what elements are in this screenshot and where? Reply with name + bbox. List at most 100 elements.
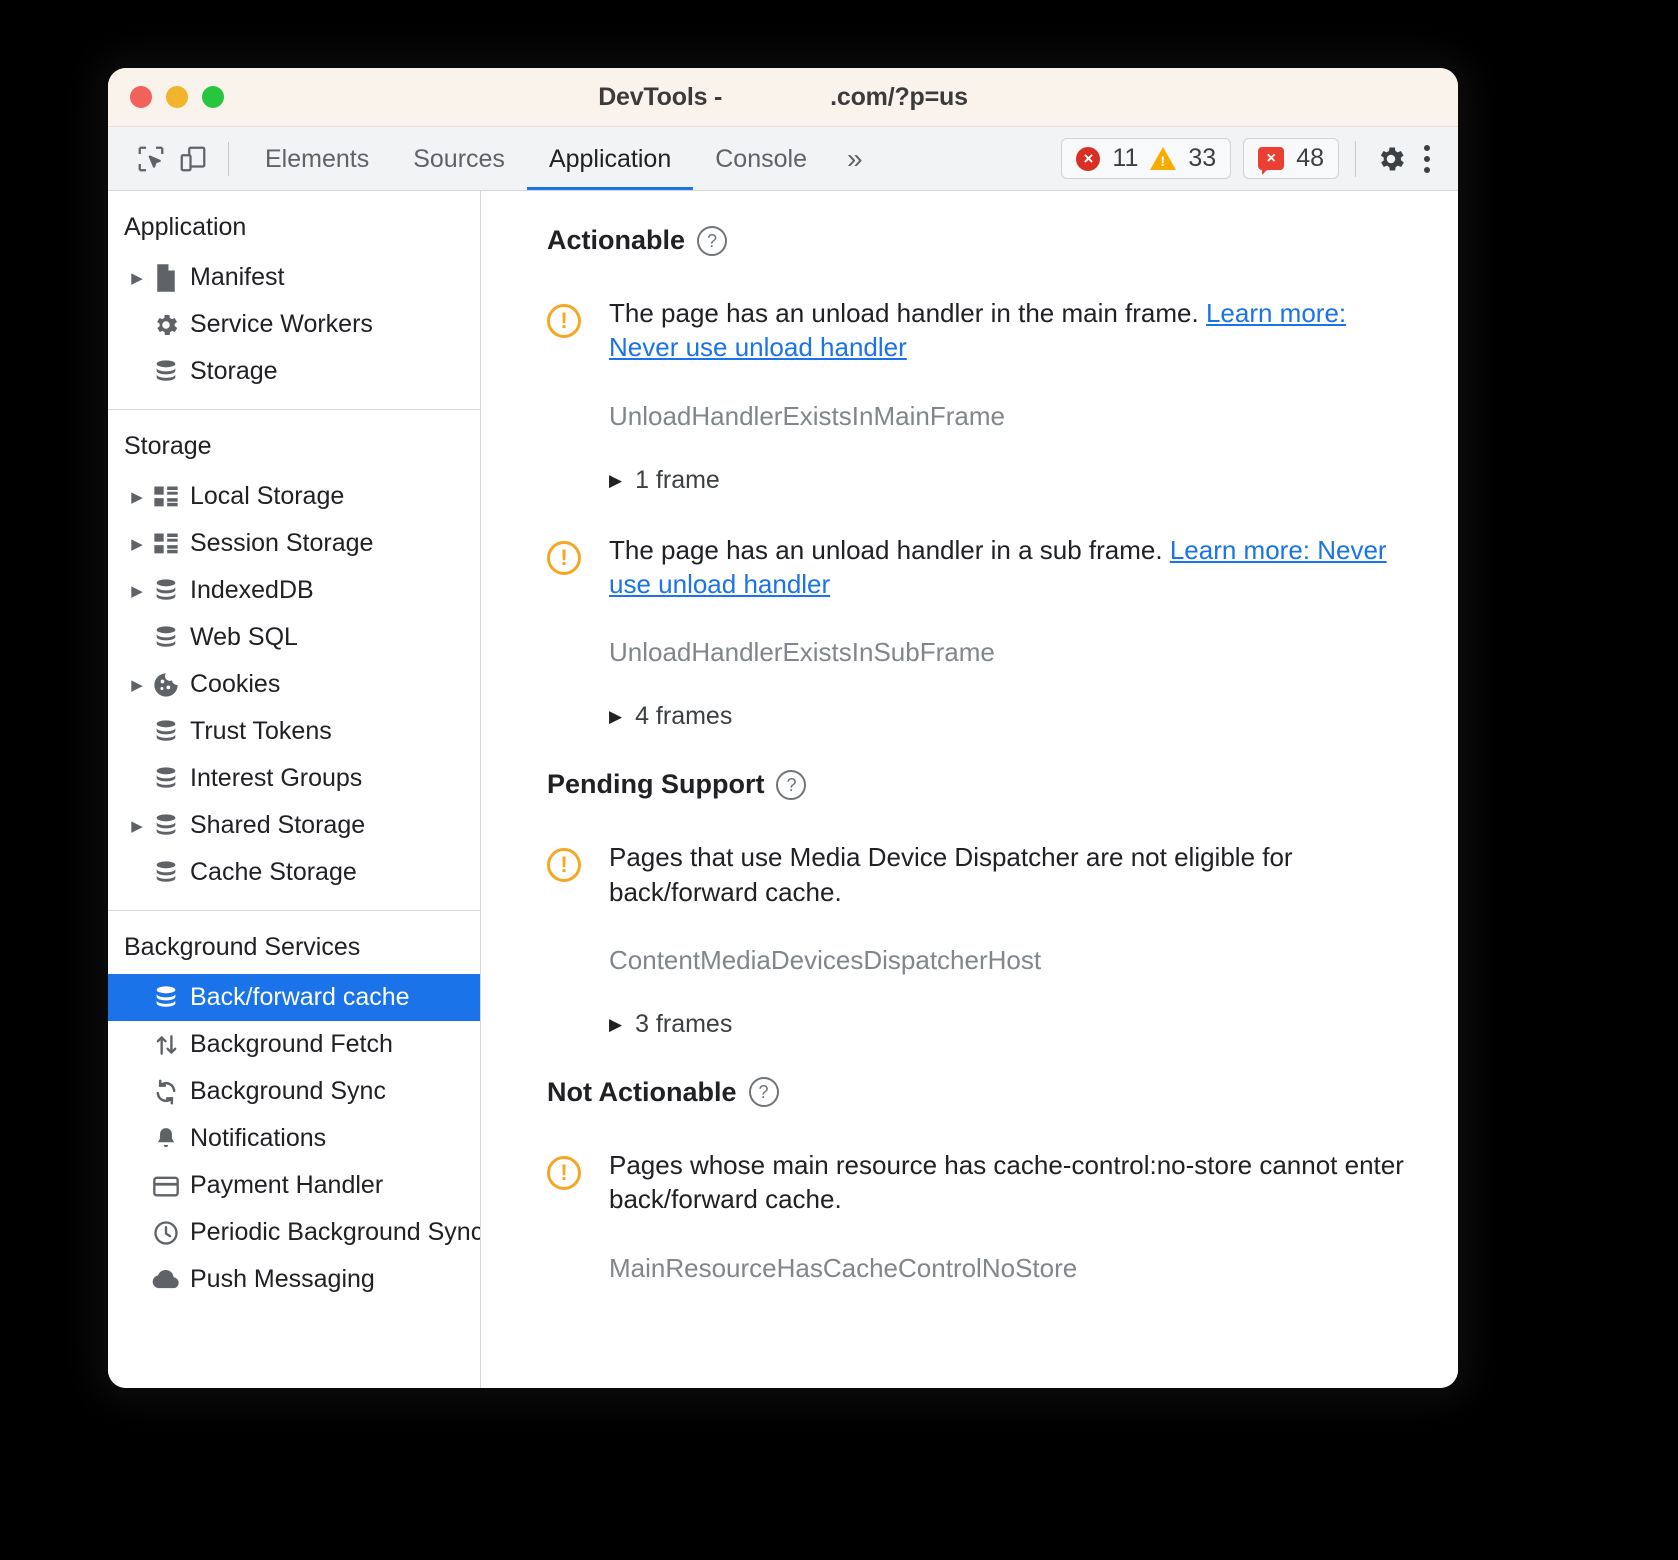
warning-icon [1150, 147, 1177, 170]
sidebar-item-label: Payment Handler [190, 1171, 384, 1199]
chevron-right-icon[interactable]: ▶ [126, 488, 148, 506]
database-icon [148, 718, 184, 746]
chevron-placeholder-icon: ▶ [126, 723, 148, 741]
chevron-right-icon[interactable]: ▶ [126, 582, 148, 600]
section-heading-actionable: Actionable ? [547, 225, 1418, 256]
maximize-window-button[interactable] [202, 86, 224, 108]
chevron-right-icon[interactable]: ▶ [126, 535, 148, 553]
issue-row: ! The page has an unload handler in the … [547, 296, 1418, 523]
sidebar-item-cache-storage[interactable]: ▶ Cache Storage [108, 849, 480, 896]
tab-application[interactable]: Application [526, 127, 694, 190]
sidebar-item-label: Shared Storage [190, 811, 366, 839]
window-title-prefix: DevTools - [598, 82, 723, 111]
sidebar-item-label: Periodic Background Sync [190, 1218, 481, 1246]
minimize-window-button[interactable] [166, 86, 188, 108]
application-sidebar[interactable]: Application ▶ Manifest ▶ Service Wo [108, 191, 481, 1388]
sidebar-item-background-fetch[interactable]: ▶ Background Fetch [108, 1021, 480, 1068]
sidebar-item-storage[interactable]: ▶ Storage [108, 348, 480, 395]
issue-item: ! Pages whose main resource has cache-co… [547, 1148, 1418, 1284]
tab-sources[interactable]: Sources [391, 127, 527, 190]
sidebar-item-label: Cookies [190, 670, 281, 698]
issue-row: ! The page has an unload handler in a su… [547, 533, 1418, 760]
sidebar-item-manifest[interactable]: ▶ Manifest [108, 254, 480, 301]
document-icon [148, 263, 184, 293]
warning-circle-icon: ! [547, 848, 581, 883]
gear-icon[interactable] [1370, 138, 1412, 180]
devtools-toolbar: Elements Sources Application Console » ×… [108, 127, 1458, 191]
chevron-right-icon[interactable]: ▶ [609, 708, 622, 725]
kebab-menu-icon[interactable] [1412, 144, 1442, 173]
toolbar-divider-right [1355, 140, 1356, 177]
devtools-body: Application ▶ Manifest ▶ Service Wo [108, 191, 1458, 1388]
sidebar-item-session-storage[interactable]: ▶ Session Storage [108, 520, 480, 567]
sidebar-item-background-sync[interactable]: ▶ Background Sync [108, 1068, 480, 1115]
sidebar-item-label: IndexedDB [190, 576, 314, 604]
sidebar-item-indexeddb[interactable]: ▶ IndexedDB [108, 567, 480, 614]
issue-row: ! Pages whose main resource has cache-co… [547, 1148, 1418, 1284]
sidebar-item-web-sql[interactable]: ▶ Web SQL [108, 614, 480, 661]
help-icon[interactable]: ? [697, 225, 728, 256]
chevron-right-icon[interactable]: ▶ [609, 1016, 622, 1033]
tab-console[interactable]: Console [693, 127, 829, 190]
sidebar-item-payment-handler[interactable]: ▶ Payment Handler [108, 1162, 480, 1209]
chevron-right-icon[interactable]: ▶ [609, 472, 622, 489]
chevron-placeholder-icon: ▶ [126, 363, 148, 381]
issues-badge[interactable]: × 48 [1243, 138, 1339, 179]
issues-count: 48 [1296, 144, 1324, 172]
sidebar-item-back-forward-cache[interactable]: ▶ Back/forward cache [108, 974, 480, 1021]
frames-toggle[interactable]: ▶ 4 frames [609, 702, 1418, 731]
sidebar-item-label: Trust Tokens [190, 717, 332, 745]
sidebar-item-label: Session Storage [190, 529, 374, 557]
issue-icon: × [1258, 147, 1285, 175]
window-titlebar: DevTools - .com/?p=us [108, 68, 1458, 127]
error-warning-badges[interactable]: × 11 33 [1061, 138, 1232, 179]
sidebar-item-service-workers[interactable]: ▶ Service Workers [108, 301, 480, 348]
database-icon [148, 859, 184, 887]
tab-elements[interactable]: Elements [243, 127, 391, 190]
chevron-right-icon[interactable]: ▶ [126, 676, 148, 694]
sidebar-item-periodic-background-sync[interactable]: ▶ Periodic Background Sync [108, 1209, 480, 1256]
table-icon [148, 531, 184, 557]
sidebar-item-label: Manifest [190, 263, 285, 291]
sidebar-item-cookies[interactable]: ▶ Cookies [108, 661, 480, 708]
traffic-lights [130, 86, 224, 108]
sidebar-item-label: Service Workers [190, 310, 373, 338]
sidebar-item-label: Background Fetch [190, 1030, 393, 1058]
chevron-placeholder-icon: ▶ [126, 1036, 148, 1054]
chevron-placeholder-icon: ▶ [126, 864, 148, 882]
sidebar-item-interest-groups[interactable]: ▶ Interest Groups [108, 755, 480, 802]
sidebar-item-label: Interest Groups [190, 764, 363, 792]
issue-description: The page has an unload handler in a sub … [609, 533, 1418, 602]
database-icon [148, 577, 184, 605]
issue-content: Pages that use Media Device Dispatcher a… [609, 840, 1418, 1067]
inspect-element-icon[interactable] [130, 138, 172, 180]
sidebar-item-trust-tokens[interactable]: ▶ Trust Tokens [108, 708, 480, 755]
database-icon [148, 624, 184, 652]
sidebar-group-application: Application ▶ Manifest ▶ Service Wo [108, 191, 480, 410]
chevron-placeholder-icon: ▶ [126, 316, 148, 334]
issue-content: Pages whose main resource has cache-cont… [609, 1148, 1418, 1284]
chevron-right-icon[interactable]: ▶ [126, 269, 148, 287]
help-icon[interactable]: ? [748, 1077, 779, 1108]
frames-toggle[interactable]: ▶ 3 frames [609, 1010, 1418, 1039]
chevron-right-icon[interactable]: ▶ [126, 817, 148, 835]
more-tabs-icon[interactable]: » [829, 144, 881, 173]
error-icon: × [1076, 146, 1101, 171]
sidebar-item-notifications[interactable]: ▶ Notifications [108, 1115, 480, 1162]
frames-toggle[interactable]: ▶ 1 frame [609, 466, 1418, 495]
sidebar-item-label: Push Messaging [190, 1265, 375, 1293]
issue-description: Pages whose main resource has cache-cont… [609, 1149, 1404, 1215]
bell-icon [148, 1125, 184, 1153]
section-heading-pending-support: Pending Support ? [547, 769, 1418, 800]
chevron-placeholder-icon: ▶ [126, 1224, 148, 1242]
database-icon [148, 984, 184, 1012]
help-icon[interactable]: ? [776, 769, 807, 800]
sidebar-item-push-messaging[interactable]: ▶ Push Messaging [108, 1256, 480, 1303]
device-toolbar-icon[interactable] [172, 138, 214, 180]
chevron-placeholder-icon: ▶ [126, 1130, 148, 1148]
sidebar-group-title: Application [124, 213, 247, 241]
close-window-button[interactable] [130, 86, 152, 108]
sidebar-item-shared-storage[interactable]: ▶ Shared Storage [108, 802, 480, 849]
frames-count-label: 4 frames [635, 702, 733, 731]
sidebar-item-local-storage[interactable]: ▶ Local Storage [108, 473, 480, 520]
